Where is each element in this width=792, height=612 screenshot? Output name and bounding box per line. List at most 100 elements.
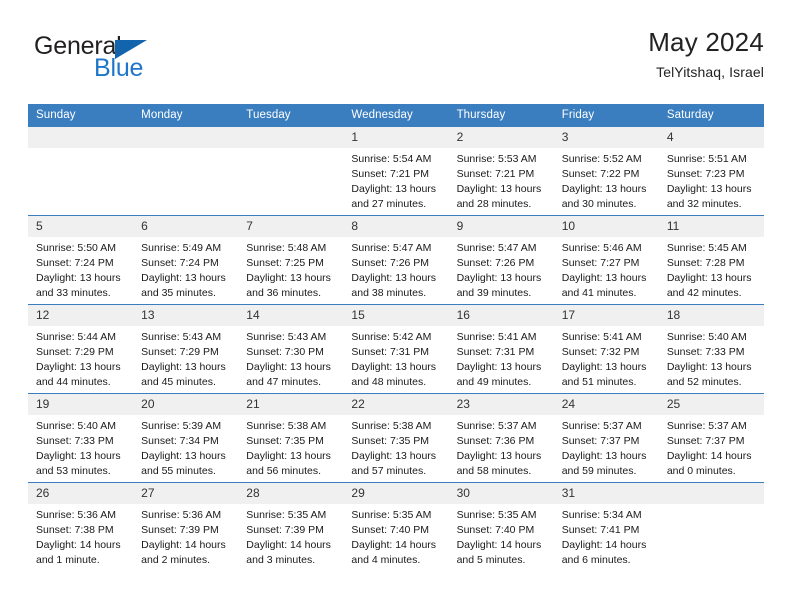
daylight-text-line2: and 45 minutes.	[141, 375, 216, 388]
page-title: May 2024	[648, 27, 764, 57]
sunset-text: Sunset: 7:37 PM	[561, 434, 640, 447]
day-sun-info: Sunrise: 5:35 AM Sunset: 7:40 PM Daylight:…	[343, 504, 448, 568]
calendar-day-cell[interactable]: 19 Sunrise: 5:40 AM Sunset: 7:33 PM Dayligh…	[28, 393, 134, 483]
day-number: 8	[343, 216, 449, 237]
sunrise-text: Sunrise: 5:43 AM	[246, 331, 327, 343]
sunset-text: Sunset: 7:29 PM	[36, 345, 114, 358]
calendar-cell-empty	[658, 482, 764, 571]
calendar-day-cell[interactable]: 23 Sunrise: 5:37 AM Sunset: 7:36 PM Dayligh…	[448, 393, 554, 483]
sunset-text: Sunset: 7:25 PM	[246, 256, 324, 269]
sunrise-text: Sunrise: 5:52 AM	[561, 153, 642, 165]
sunrise-text: Sunrise: 5:44 AM	[36, 331, 116, 343]
weekday-header-friday: Friday	[553, 104, 659, 127]
sunrise-text: Sunrise: 5:35 AM	[246, 509, 327, 521]
calendar-day-cell[interactable]: 15 Sunrise: 5:42 AM Sunset: 7:31 PM Dayligh…	[343, 304, 449, 394]
sunset-text: Sunset: 7:37 PM	[666, 434, 745, 447]
calendar-cell-empty	[133, 126, 239, 216]
day-number: 20	[133, 394, 239, 415]
daylight-text-line2: and 32 minutes.	[666, 197, 742, 210]
sunset-text: Sunset: 7:32 PM	[561, 345, 640, 358]
calendar-day-cell[interactable]: 10 Sunrise: 5:46 AM Sunset: 7:27 PM Dayligh…	[553, 215, 659, 305]
sunrise-text: Sunrise: 5:35 AM	[351, 509, 432, 521]
calendar-day-cell[interactable]: 17 Sunrise: 5:41 AM Sunset: 7:32 PM Dayligh…	[553, 304, 659, 394]
calendar-day-cell[interactable]: 22 Sunrise: 5:38 AM Sunset: 7:35 PM Dayligh…	[343, 393, 449, 483]
page-subtitle: TelYitshaq, Israel	[656, 63, 764, 80]
calendar-day-cell[interactable]: 4 Sunrise: 5:51 AM Sunset: 7:23 PM Daylight…	[658, 126, 764, 216]
calendar-day-cell[interactable]: 21 Sunrise: 5:38 AM Sunset: 7:35 PM Dayligh…	[238, 393, 344, 483]
calendar-day-cell[interactable]: 12 Sunrise: 5:44 AM Sunset: 7:29 PM Dayligh…	[28, 304, 134, 394]
day-number: 14	[238, 305, 344, 326]
day-sun-info: Sunrise: 5:34 AM Sunset: 7:41 PM Daylight:…	[554, 504, 659, 568]
day-number: 12	[28, 305, 134, 326]
daylight-text-line1: Daylight: 13 hours	[351, 449, 437, 462]
calendar-day-cell[interactable]: 7 Sunrise: 5:48 AM Sunset: 7:25 PM Daylight…	[238, 215, 344, 305]
daylight-text-line2: and 1 minute.	[36, 553, 100, 566]
calendar-day-cell[interactable]: 8 Sunrise: 5:47 AM Sunset: 7:26 PM Daylight…	[343, 215, 449, 305]
daylight-text-line1: Daylight: 13 hours	[246, 449, 331, 462]
calendar-day-cell[interactable]: 6 Sunrise: 5:49 AM Sunset: 7:24 PM Daylight…	[133, 215, 239, 305]
calendar-day-cell[interactable]: 26 Sunrise: 5:36 AM Sunset: 7:38 PM Dayligh…	[28, 482, 134, 571]
daylight-text-line1: Daylight: 13 hours	[351, 271, 437, 284]
calendar-body: 1 Sunrise: 5:54 AM Sunset: 7:21 PM Daylight…	[28, 126, 764, 571]
sunrise-text: Sunrise: 5:38 AM	[246, 420, 327, 432]
daylight-text-line2: and 44 minutes.	[36, 375, 111, 388]
day-number: 3	[553, 127, 659, 148]
sunrise-text: Sunrise: 5:47 AM	[456, 242, 537, 254]
calendar-day-cell[interactable]: 18 Sunrise: 5:40 AM Sunset: 7:33 PM Dayligh…	[658, 304, 764, 394]
day-number: 30	[448, 483, 554, 504]
day-sun-info: Sunrise: 5:43 AM Sunset: 7:30 PM Daylight:…	[238, 326, 343, 390]
day-number: 26	[28, 483, 134, 504]
daylight-text-line1: Daylight: 13 hours	[666, 360, 752, 373]
sunset-text: Sunset: 7:39 PM	[246, 523, 324, 536]
calendar-cell-empty	[238, 126, 344, 216]
daylight-text-line1: Daylight: 13 hours	[246, 271, 331, 284]
daylight-text-line2: and 49 minutes.	[456, 375, 532, 388]
calendar-day-cell[interactable]: 29 Sunrise: 5:35 AM Sunset: 7:40 PM Dayligh…	[343, 482, 449, 571]
day-sun-info: Sunrise: 5:35 AM Sunset: 7:40 PM Daylight:…	[449, 504, 554, 568]
calendar-day-cell[interactable]: 13 Sunrise: 5:43 AM Sunset: 7:29 PM Dayligh…	[133, 304, 239, 394]
day-number	[238, 127, 344, 148]
daylight-text-line2: and 53 minutes.	[36, 464, 111, 477]
calendar-day-cell[interactable]: 5 Sunrise: 5:50 AM Sunset: 7:24 PM Daylight…	[28, 215, 134, 305]
sunrise-text: Sunrise: 5:42 AM	[351, 331, 432, 343]
sunrise-text: Sunrise: 5:47 AM	[351, 242, 432, 254]
calendar-day-cell[interactable]: 28 Sunrise: 5:35 AM Sunset: 7:39 PM Dayligh…	[238, 482, 344, 571]
day-sun-info: Sunrise: 5:50 AM Sunset: 7:24 PM Daylight:…	[28, 237, 133, 301]
daylight-text-line2: and 55 minutes.	[141, 464, 216, 477]
calendar-day-cell[interactable]: 14 Sunrise: 5:43 AM Sunset: 7:30 PM Dayligh…	[238, 304, 344, 394]
sunset-text: Sunset: 7:31 PM	[351, 345, 430, 358]
calendar-day-cell[interactable]: 30 Sunrise: 5:35 AM Sunset: 7:40 PM Dayligh…	[448, 482, 554, 571]
sunrise-text: Sunrise: 5:37 AM	[666, 420, 747, 432]
day-number: 7	[238, 216, 344, 237]
calendar-day-cell[interactable]: 25 Sunrise: 5:37 AM Sunset: 7:37 PM Dayligh…	[658, 393, 764, 483]
weekday-header-monday: Monday	[133, 104, 239, 127]
day-number: 1	[343, 127, 449, 148]
weekday-header-saturday: Saturday	[658, 104, 764, 127]
calendar-day-cell[interactable]: 31 Sunrise: 5:34 AM Sunset: 7:41 PM Dayligh…	[553, 482, 659, 571]
daylight-text-line2: and 52 minutes.	[666, 375, 742, 388]
daylight-text-line1: Daylight: 13 hours	[141, 360, 226, 373]
day-sun-info: Sunrise: 5:51 AM Sunset: 7:23 PM Daylight:…	[659, 148, 764, 212]
daylight-text-line2: and 5 minutes.	[456, 553, 526, 566]
sunrise-text: Sunrise: 5:43 AM	[141, 331, 222, 343]
daylight-text-line2: and 28 minutes.	[456, 197, 532, 210]
calendar-day-cell[interactable]: 1 Sunrise: 5:54 AM Sunset: 7:21 PM Daylight…	[343, 126, 449, 216]
daylight-text-line2: and 56 minutes.	[246, 464, 321, 477]
day-number: 23	[448, 394, 554, 415]
general-blue-logo: General Blue	[34, 32, 244, 90]
calendar-day-cell[interactable]: 16 Sunrise: 5:41 AM Sunset: 7:31 PM Dayligh…	[448, 304, 554, 394]
daylight-text-line1: Daylight: 13 hours	[561, 360, 647, 373]
daylight-text-line1: Daylight: 13 hours	[666, 271, 752, 284]
sunrise-text: Sunrise: 5:35 AM	[456, 509, 537, 521]
calendar-day-cell[interactable]: 9 Sunrise: 5:47 AM Sunset: 7:26 PM Daylight…	[448, 215, 554, 305]
calendar-day-cell[interactable]: 2 Sunrise: 5:53 AM Sunset: 7:21 PM Daylight…	[448, 126, 554, 216]
calendar-day-cell[interactable]: 3 Sunrise: 5:52 AM Sunset: 7:22 PM Daylight…	[553, 126, 659, 216]
day-sun-info: Sunrise: 5:38 AM Sunset: 7:35 PM Daylight:…	[238, 415, 343, 479]
sunrise-text: Sunrise: 5:41 AM	[456, 331, 537, 343]
sunset-text: Sunset: 7:40 PM	[456, 523, 535, 536]
calendar-day-cell[interactable]: 20 Sunrise: 5:39 AM Sunset: 7:34 PM Dayligh…	[133, 393, 239, 483]
calendar-day-cell[interactable]: 24 Sunrise: 5:37 AM Sunset: 7:37 PM Dayligh…	[553, 393, 659, 483]
day-number: 11	[658, 216, 764, 237]
calendar-day-cell[interactable]: 27 Sunrise: 5:36 AM Sunset: 7:39 PM Dayligh…	[133, 482, 239, 571]
calendar-day-cell[interactable]: 11 Sunrise: 5:45 AM Sunset: 7:28 PM Dayligh…	[658, 215, 764, 305]
